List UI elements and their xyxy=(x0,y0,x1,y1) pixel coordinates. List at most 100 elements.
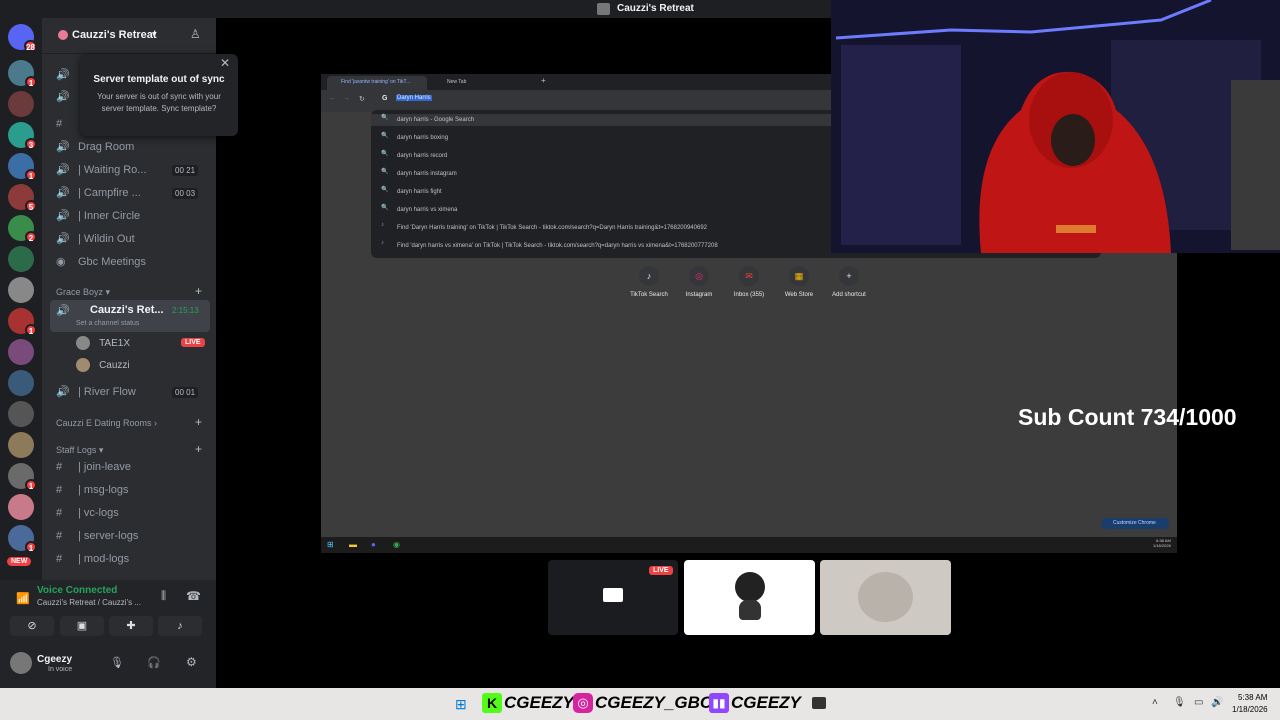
server-icon-12[interactable] xyxy=(8,401,34,427)
server-icon-6[interactable]: 2 xyxy=(8,215,37,243)
category-dating-rooms[interactable]: Cauzzi E Dating Rooms › xyxy=(56,418,157,428)
channel-join-leave[interactable]: # | join-leave xyxy=(56,461,131,479)
webcam-image xyxy=(831,0,1280,253)
hidden-channel-3[interactable]: # xyxy=(56,118,70,136)
user-avatar[interactable] xyxy=(10,652,32,674)
channel-drag-room[interactable]: 🔊 Drag Room xyxy=(56,140,134,158)
channel-server-logs[interactable]: # | server-logs xyxy=(56,530,138,548)
active-voice-channel[interactable]: 🔊 Cauzzi's Ret... 2:15:13 Set a channel … xyxy=(50,300,210,332)
server-icon-14[interactable]: 1 xyxy=(8,463,37,491)
server-icon-11[interactable] xyxy=(8,370,34,396)
new-tab-icon[interactable]: + xyxy=(541,76,546,85)
popup-body[interactable]: Your server is out of sync with your ser… xyxy=(86,91,232,115)
hidden-channel-1[interactable]: 🔊 xyxy=(56,68,70,86)
discord-home-button[interactable]: 28 xyxy=(8,24,37,52)
add-channel-icon[interactable]: + xyxy=(195,415,202,429)
network-icon[interactable]: ▭ xyxy=(1194,697,1203,708)
shortcut-inbox[interactable]: ✉ Inbox (355) xyxy=(724,266,774,298)
channel-wildin-out[interactable]: 🔊 | Wildin Out xyxy=(56,232,135,250)
channel-mod-logs[interactable]: # | mod-logs xyxy=(56,553,129,571)
add-member-icon[interactable]: ♙ xyxy=(190,27,201,41)
channel-msg-logs[interactable]: # | msg-logs xyxy=(56,484,129,502)
shortcut-tiktok[interactable]: ♪ TikTok Search xyxy=(624,266,674,298)
channel-gbc-meetings[interactable]: ◉ Gbc Meetings xyxy=(56,255,146,273)
volume-icon[interactable]: 🔊 xyxy=(1211,697,1223,708)
add-channel-icon[interactable]: + xyxy=(195,284,202,298)
server-icon-8[interactable] xyxy=(8,277,34,303)
channel-inner-circle[interactable]: 🔊 | Inner Circle xyxy=(56,209,140,227)
user-status: In voice xyxy=(48,666,73,673)
disconnect-icon[interactable]: ☎ xyxy=(186,589,201,603)
participant-tile-photo[interactable] xyxy=(820,560,951,635)
category-grace-boyz[interactable]: Grace Boyz ▾ xyxy=(56,287,110,298)
hidden-channel-2[interactable]: 🔊 xyxy=(56,90,70,108)
chevron-up-icon[interactable]: ˄ xyxy=(1152,697,1158,708)
new-badge: NEW xyxy=(7,557,32,566)
shortcut-add[interactable]: + Add shortcut xyxy=(824,266,874,298)
reload-icon[interactable]: ↻ xyxy=(359,95,365,103)
microphone-icon[interactable]: 🎙 xyxy=(110,656,124,669)
file-explorer-icon[interactable]: ▬ xyxy=(349,540,357,549)
search-icon: 🔍 xyxy=(381,115,389,121)
server-icon-2[interactable] xyxy=(8,91,34,117)
server-icon-10[interactable] xyxy=(8,339,34,365)
customize-chrome-button[interactable]: Customize Chrome xyxy=(1101,518,1169,529)
channel-campfire[interactable]: 🔊 | Campfire ... xyxy=(56,186,141,204)
headphones-icon[interactable]: 🎧 xyxy=(147,656,161,669)
voice-location[interactable]: Cauzzi's Retreat / Cauzzi's ... xyxy=(37,598,141,607)
avatar-body xyxy=(739,600,761,620)
omnibox-input[interactable]: Daryn Harris xyxy=(396,95,432,101)
server-icon-5[interactable]: 5 xyxy=(8,184,37,212)
windows-start-icon[interactable]: ⊞ xyxy=(327,540,334,549)
server-icon-13[interactable] xyxy=(8,432,34,458)
instagram-icon: ◎ xyxy=(573,693,593,713)
clock-time[interactable]: 5:38 AM xyxy=(1238,693,1267,702)
tab-new-tab[interactable]: New Tab xyxy=(433,76,533,90)
activities-button[interactable]: ✚ xyxy=(109,616,153,636)
member-cauzzi[interactable]: Cauzzi xyxy=(76,358,130,376)
server-name: Cauzzi's Retreat xyxy=(72,29,157,41)
voice-active-icon: 🔊 xyxy=(56,305,70,317)
server-header[interactable]: Cauzzi's Retreat ▾ ♙ xyxy=(42,18,216,54)
screen-share-button[interactable]: ▣ xyxy=(60,616,104,636)
server-icon-16[interactable]: 1 xyxy=(8,525,37,553)
microphone-icon[interactable]: 🎙 xyxy=(1173,697,1186,708)
noise-suppression-icon[interactable]: ⫼ xyxy=(161,590,166,603)
category-staff-logs[interactable]: Staff Logs ▾ xyxy=(56,445,103,456)
forward-icon[interactable]: → xyxy=(343,95,350,102)
active-channel-name: Cauzzi's Ret... xyxy=(90,304,164,316)
channel-river-flow[interactable]: 🔊 | River Flow xyxy=(56,385,136,403)
back-icon[interactable]: ← xyxy=(329,95,336,102)
server-icon-4[interactable]: 1 xyxy=(8,153,37,181)
gear-icon[interactable]: ⚙ xyxy=(186,655,197,669)
close-icon[interactable]: ✕ xyxy=(220,56,230,70)
shortcut-web-store[interactable]: ▦ Web Store xyxy=(774,266,824,298)
soundboard-button[interactable]: ♪ xyxy=(158,616,202,636)
camera-off-button[interactable]: ⊘ xyxy=(10,616,54,636)
voice-panel: 📶 Voice Connected Cauzzi's Retreat / Cau… xyxy=(0,580,216,688)
windows-start-icon[interactable]: ⊞ xyxy=(455,696,467,713)
channel-waiting-room[interactable]: 🔊 | Waiting Ro... xyxy=(56,163,146,181)
channel-vc-logs[interactable]: # | vc-logs xyxy=(56,507,119,525)
shared-windows-taskbar: ⊞ ▬ ● ◉ 6:38 AM 1/18/2026 xyxy=(321,537,1177,553)
add-channel-icon[interactable]: + xyxy=(195,442,202,456)
discord-taskbar-icon[interactable]: ● xyxy=(371,540,376,549)
app-icon[interactable] xyxy=(812,697,826,709)
voice-status[interactable]: Voice Connected xyxy=(37,585,117,596)
hash-icon: # xyxy=(56,484,63,496)
template-sync-popup: ✕ Server template out of sync Your serve… xyxy=(80,54,238,136)
signal-icon: 📶 xyxy=(16,593,30,605)
shortcut-instagram[interactable]: ◎ Instagram xyxy=(674,266,724,298)
instagram-handle: CGEEZY_GBC xyxy=(595,693,713,712)
server-icon-15[interactable] xyxy=(8,494,34,520)
participant-tile-avatar[interactable] xyxy=(684,560,815,635)
member-tae1x[interactable]: TAE1X xyxy=(76,336,130,354)
stream-tile-screen[interactable]: LIVE xyxy=(548,560,678,635)
tab-tiktok-search[interactable]: Find 'jasontw training' on TikT... xyxy=(327,76,427,90)
server-icon-3[interactable]: 3 xyxy=(8,122,37,150)
server-icon-9[interactable]: 1 xyxy=(8,308,37,336)
clock-date[interactable]: 1/18/2026 xyxy=(1232,705,1268,714)
chrome-taskbar-icon[interactable]: ◉ xyxy=(393,540,400,549)
server-icon-1[interactable]: 1 xyxy=(8,60,37,88)
server-icon-7[interactable] xyxy=(8,246,34,272)
